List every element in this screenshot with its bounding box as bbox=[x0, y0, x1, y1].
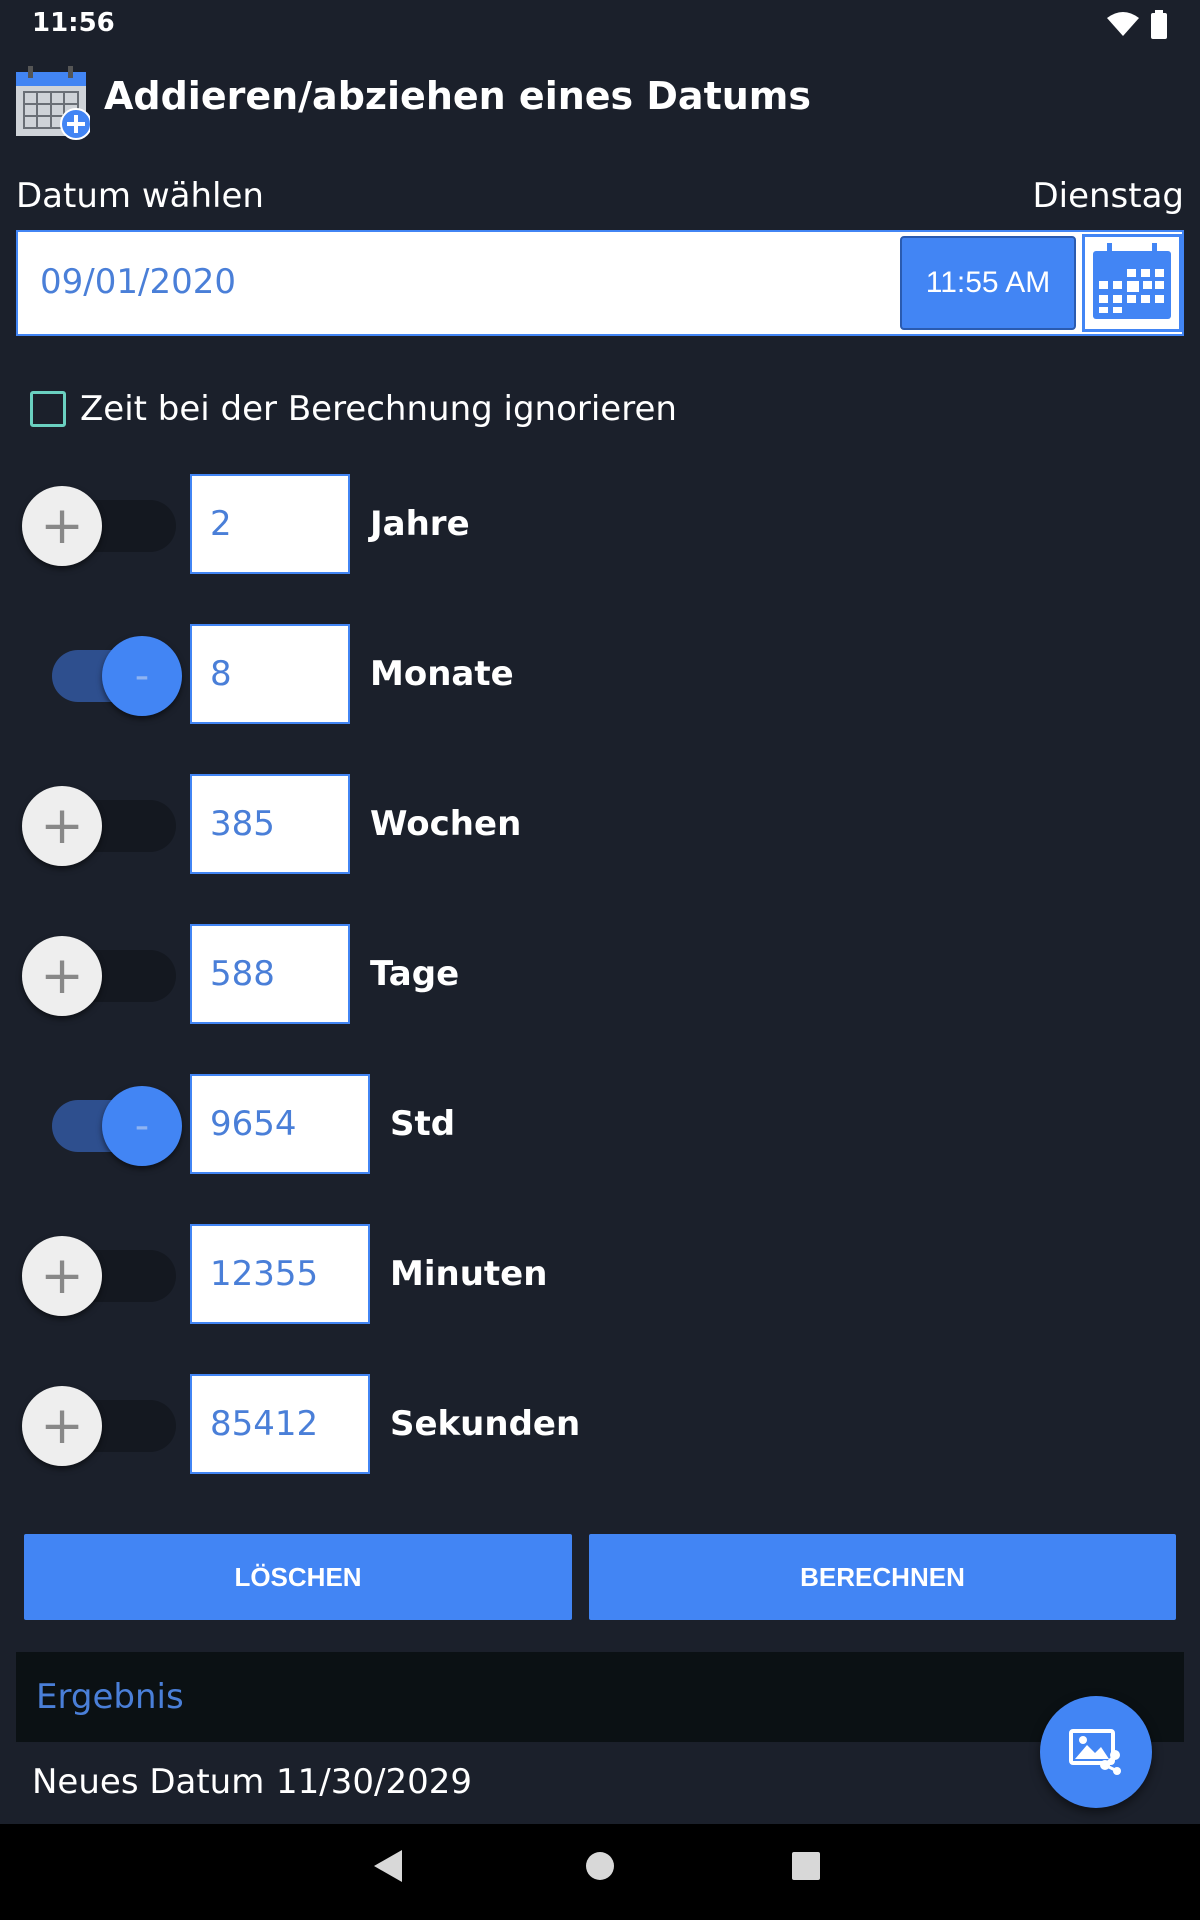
std-input[interactable]: 9654 bbox=[190, 1074, 370, 1174]
sign-toggle-sekunden[interactable]: + bbox=[22, 1386, 176, 1466]
page-title: Addieren/abziehen eines Datums bbox=[104, 74, 812, 118]
ignore-time-row[interactable]: Zeit bei der Berechnung ignorieren bbox=[30, 384, 677, 434]
plus-icon: + bbox=[22, 1236, 102, 1316]
ignore-time-label: Zeit bei der Berechnung ignorieren bbox=[80, 389, 677, 429]
jahre-input[interactable]: 2 bbox=[190, 474, 350, 574]
ignore-time-checkbox[interactable] bbox=[30, 391, 66, 427]
wifi-icon bbox=[1107, 12, 1139, 36]
result-value: 11/30/2029 bbox=[276, 1762, 472, 1802]
share-image-button[interactable] bbox=[1040, 1696, 1152, 1808]
result-header: Ergebnis bbox=[16, 1652, 1184, 1742]
status-bar: 11:56 bbox=[0, 0, 1200, 50]
sign-toggle-wochen[interactable]: + bbox=[22, 786, 176, 866]
back-icon[interactable] bbox=[370, 1846, 406, 1886]
wochen-label: Wochen bbox=[370, 804, 522, 844]
share-image-icon bbox=[1069, 1729, 1121, 1775]
result-label: Neues Datum bbox=[32, 1762, 265, 1802]
plus-icon: + bbox=[22, 786, 102, 866]
row-monate: - 8 Monate bbox=[0, 624, 1200, 724]
calculate-button[interactable]: BERECHNEN bbox=[589, 1534, 1176, 1620]
row-tage: + 588 Tage bbox=[0, 924, 1200, 1024]
home-icon[interactable] bbox=[584, 1846, 616, 1886]
row-std: - 9654 Std bbox=[0, 1074, 1200, 1174]
result-title: Ergebnis bbox=[36, 1677, 184, 1717]
plus-icon: + bbox=[22, 936, 102, 1016]
date-input-container: 09/01/2020 11:55 AM bbox=[16, 230, 1184, 336]
jahre-label: Jahre bbox=[370, 504, 470, 544]
wochen-input[interactable]: 385 bbox=[190, 774, 350, 874]
sign-toggle-jahre[interactable]: + bbox=[22, 486, 176, 566]
minus-icon: - bbox=[102, 636, 182, 716]
std-label: Std bbox=[390, 1104, 456, 1144]
row-sekunden: + 85412 Sekunden bbox=[0, 1374, 1200, 1474]
monate-input[interactable]: 8 bbox=[190, 624, 350, 724]
minus-icon: - bbox=[102, 1086, 182, 1166]
battery-icon bbox=[1151, 10, 1167, 39]
sign-toggle-minuten[interactable]: + bbox=[22, 1236, 176, 1316]
plus-icon: + bbox=[22, 1386, 102, 1466]
calendar-add-icon bbox=[16, 66, 90, 140]
minuten-label: Minuten bbox=[390, 1254, 548, 1294]
time-picker-button[interactable]: 11:55 AM bbox=[900, 236, 1076, 330]
tage-input[interactable]: 588 bbox=[190, 924, 350, 1024]
recent-apps-icon[interactable] bbox=[790, 1846, 822, 1886]
plus-icon: + bbox=[22, 486, 102, 566]
date-label: Datum wählen bbox=[16, 176, 264, 216]
sign-toggle-monate[interactable]: - bbox=[22, 636, 182, 716]
tage-label: Tage bbox=[370, 954, 460, 994]
clear-button[interactable]: LÖSCHEN bbox=[24, 1534, 572, 1620]
weekday-label: Dienstag bbox=[1032, 176, 1184, 216]
calendar-picker-button[interactable] bbox=[1082, 234, 1182, 332]
sekunden-input[interactable]: 85412 bbox=[190, 1374, 370, 1474]
calendar-icon bbox=[1093, 243, 1171, 319]
minuten-input[interactable]: 12355 bbox=[190, 1224, 370, 1324]
navigation-bar bbox=[0, 1824, 1200, 1920]
row-jahre: + 2 Jahre bbox=[0, 474, 1200, 574]
row-wochen: + 385 Wochen bbox=[0, 774, 1200, 874]
sign-toggle-tage[interactable]: + bbox=[22, 936, 176, 1016]
monate-label: Monate bbox=[370, 654, 514, 694]
row-minuten: + 12355 Minuten bbox=[0, 1224, 1200, 1324]
sign-toggle-std[interactable]: - bbox=[22, 1086, 182, 1166]
sekunden-label: Sekunden bbox=[390, 1404, 581, 1444]
status-time: 11:56 bbox=[32, 8, 115, 38]
date-input[interactable]: 09/01/2020 bbox=[40, 232, 900, 332]
